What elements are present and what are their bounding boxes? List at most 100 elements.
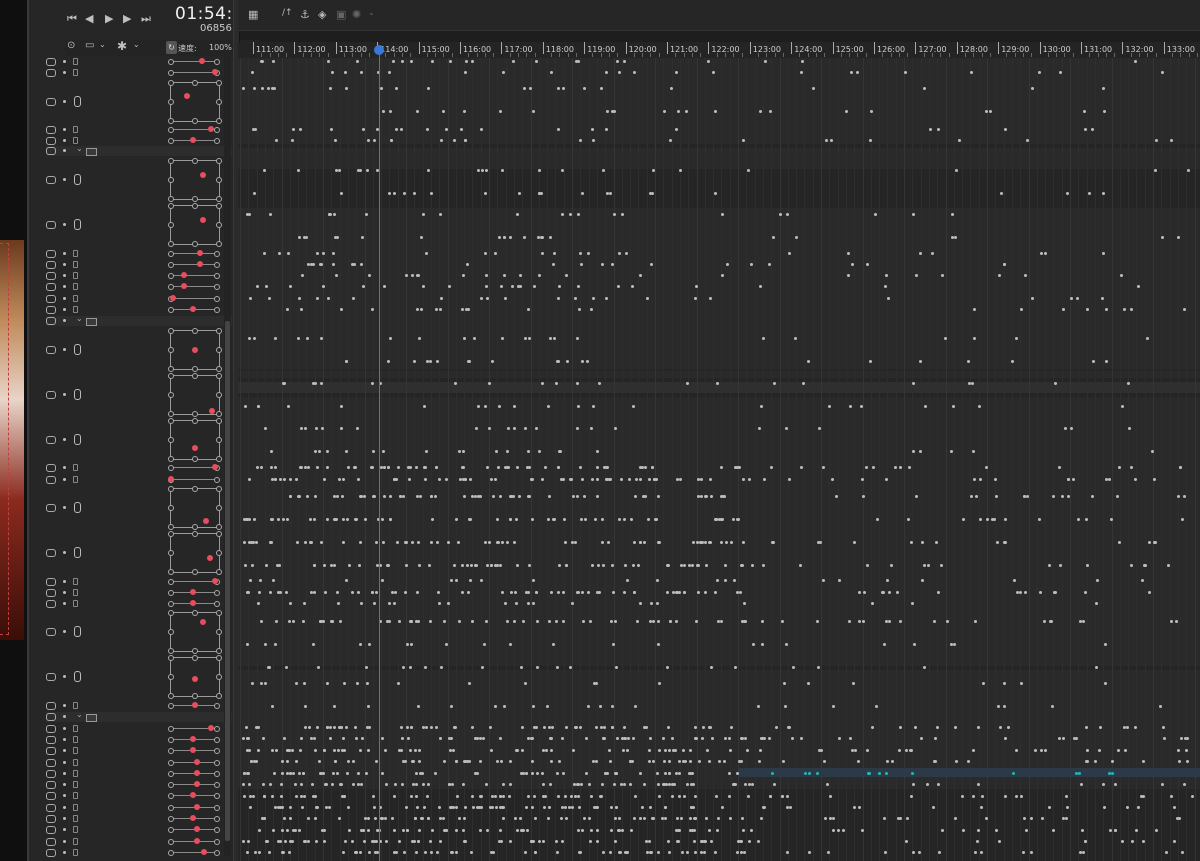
keyframe[interactable] xyxy=(557,128,560,131)
keyframe[interactable] xyxy=(463,337,466,340)
keyframe[interactable] xyxy=(979,478,982,481)
slider-knob[interactable] xyxy=(170,295,177,301)
keyframe[interactable] xyxy=(307,840,310,843)
keyframe[interactable] xyxy=(847,252,850,255)
keyframe[interactable] xyxy=(368,274,371,277)
keyframe[interactable] xyxy=(318,760,321,763)
keyframe[interactable] xyxy=(253,760,256,763)
keyframe[interactable] xyxy=(511,285,514,288)
keyframe[interactable] xyxy=(1121,840,1124,843)
chevron-down-icon[interactable]: ⌄ xyxy=(99,40,106,49)
keyframe[interactable] xyxy=(705,495,708,498)
keyframe[interactable] xyxy=(300,466,303,469)
keyframe[interactable] xyxy=(1065,795,1068,798)
keyframe[interactable] xyxy=(485,285,488,288)
keyframe[interactable] xyxy=(418,564,421,567)
keyframe[interactable] xyxy=(630,518,633,521)
keyframe[interactable] xyxy=(472,806,475,809)
keyframe[interactable] xyxy=(329,213,332,216)
keyframe[interactable] xyxy=(299,749,302,752)
keyframe[interactable] xyxy=(658,749,661,752)
keyframe[interactable] xyxy=(728,772,731,775)
keyframe[interactable] xyxy=(592,405,595,408)
keyframe[interactable] xyxy=(466,564,469,567)
keyframe[interactable] xyxy=(249,806,252,809)
keyframe[interactable] xyxy=(450,737,453,740)
keyframe[interactable] xyxy=(457,541,460,544)
keyframe[interactable] xyxy=(643,817,646,820)
keyframe[interactable] xyxy=(291,749,294,752)
keyframe[interactable] xyxy=(356,427,359,430)
keyframe[interactable] xyxy=(595,806,598,809)
keyframe[interactable] xyxy=(421,817,424,820)
keyframe[interactable] xyxy=(1058,466,1061,469)
lock-icon[interactable] xyxy=(73,272,78,279)
keyframe[interactable] xyxy=(927,564,930,567)
keyframe[interactable] xyxy=(1103,110,1106,113)
keyframe[interactable] xyxy=(624,564,627,567)
visibility-icon[interactable] xyxy=(46,69,56,77)
keyframe[interactable] xyxy=(246,851,249,854)
keyframe[interactable] xyxy=(244,405,247,408)
keyframe[interactable] xyxy=(540,192,543,195)
keyframe[interactable] xyxy=(306,495,309,498)
keyframe[interactable] xyxy=(658,682,661,685)
keyframe[interactable] xyxy=(533,285,536,288)
keyframe[interactable] xyxy=(288,620,291,623)
keyframe[interactable] xyxy=(502,817,505,820)
keyframe[interactable] xyxy=(368,851,371,854)
keyframe[interactable] xyxy=(614,840,617,843)
slider-track[interactable] xyxy=(170,467,218,468)
keyframe[interactable] xyxy=(249,297,252,300)
visibility-icon[interactable] xyxy=(46,272,56,280)
step-forward-icon[interactable]: ▶ xyxy=(123,12,131,25)
keyframe[interactable] xyxy=(423,806,426,809)
keyframe[interactable] xyxy=(289,817,292,820)
keyframe[interactable] xyxy=(605,128,608,131)
keyframe[interactable] xyxy=(503,705,506,708)
keyframe[interactable] xyxy=(773,783,776,786)
keyframe[interactable] xyxy=(451,783,454,786)
keyframe[interactable] xyxy=(471,60,474,63)
keyframe[interactable] xyxy=(450,806,453,809)
keyframe[interactable] xyxy=(842,829,845,832)
keyframe[interactable] xyxy=(1148,591,1151,594)
keyframe[interactable] xyxy=(406,829,409,832)
keyframe[interactable] xyxy=(1023,495,1026,498)
keyframe[interactable] xyxy=(264,682,267,685)
keyframe[interactable] xyxy=(1130,466,1133,469)
keyframe[interactable] xyxy=(1013,579,1016,582)
keyframe[interactable] xyxy=(494,705,497,708)
keyframe[interactable] xyxy=(289,602,292,605)
lock-icon[interactable] xyxy=(73,792,78,799)
keyframe[interactable] xyxy=(583,495,586,498)
keyframe[interactable] xyxy=(462,829,465,832)
keyframe[interactable] xyxy=(448,285,451,288)
keyframe[interactable] xyxy=(410,643,413,646)
keyframe[interactable] xyxy=(607,541,610,544)
visibility-icon[interactable] xyxy=(46,702,56,710)
keyframe[interactable] xyxy=(365,772,368,775)
visibility-icon[interactable] xyxy=(46,464,56,472)
keyframe[interactable] xyxy=(610,829,613,832)
keyframe[interactable] xyxy=(1141,579,1144,582)
visibility-icon[interactable] xyxy=(46,770,56,778)
keyframe[interactable] xyxy=(1003,541,1006,544)
keyframe[interactable] xyxy=(281,760,284,763)
keyframe[interactable] xyxy=(398,749,401,752)
keyframe[interactable] xyxy=(609,192,612,195)
keyframe[interactable] xyxy=(596,495,599,498)
keyframe[interactable] xyxy=(509,518,512,521)
keyframe[interactable] xyxy=(914,726,917,729)
keyframe[interactable] xyxy=(333,749,336,752)
slider-knob[interactable] xyxy=(192,702,199,708)
slider-knob[interactable] xyxy=(194,781,201,787)
keyframe[interactable] xyxy=(320,337,323,340)
keyframe[interactable] xyxy=(400,726,403,729)
keyframe[interactable] xyxy=(542,783,545,786)
keyframe[interactable] xyxy=(258,829,261,832)
playhead-handle[interactable] xyxy=(374,45,384,55)
keyframe[interactable] xyxy=(555,382,558,385)
keyframe[interactable] xyxy=(649,737,652,740)
keyframe[interactable] xyxy=(345,450,348,453)
